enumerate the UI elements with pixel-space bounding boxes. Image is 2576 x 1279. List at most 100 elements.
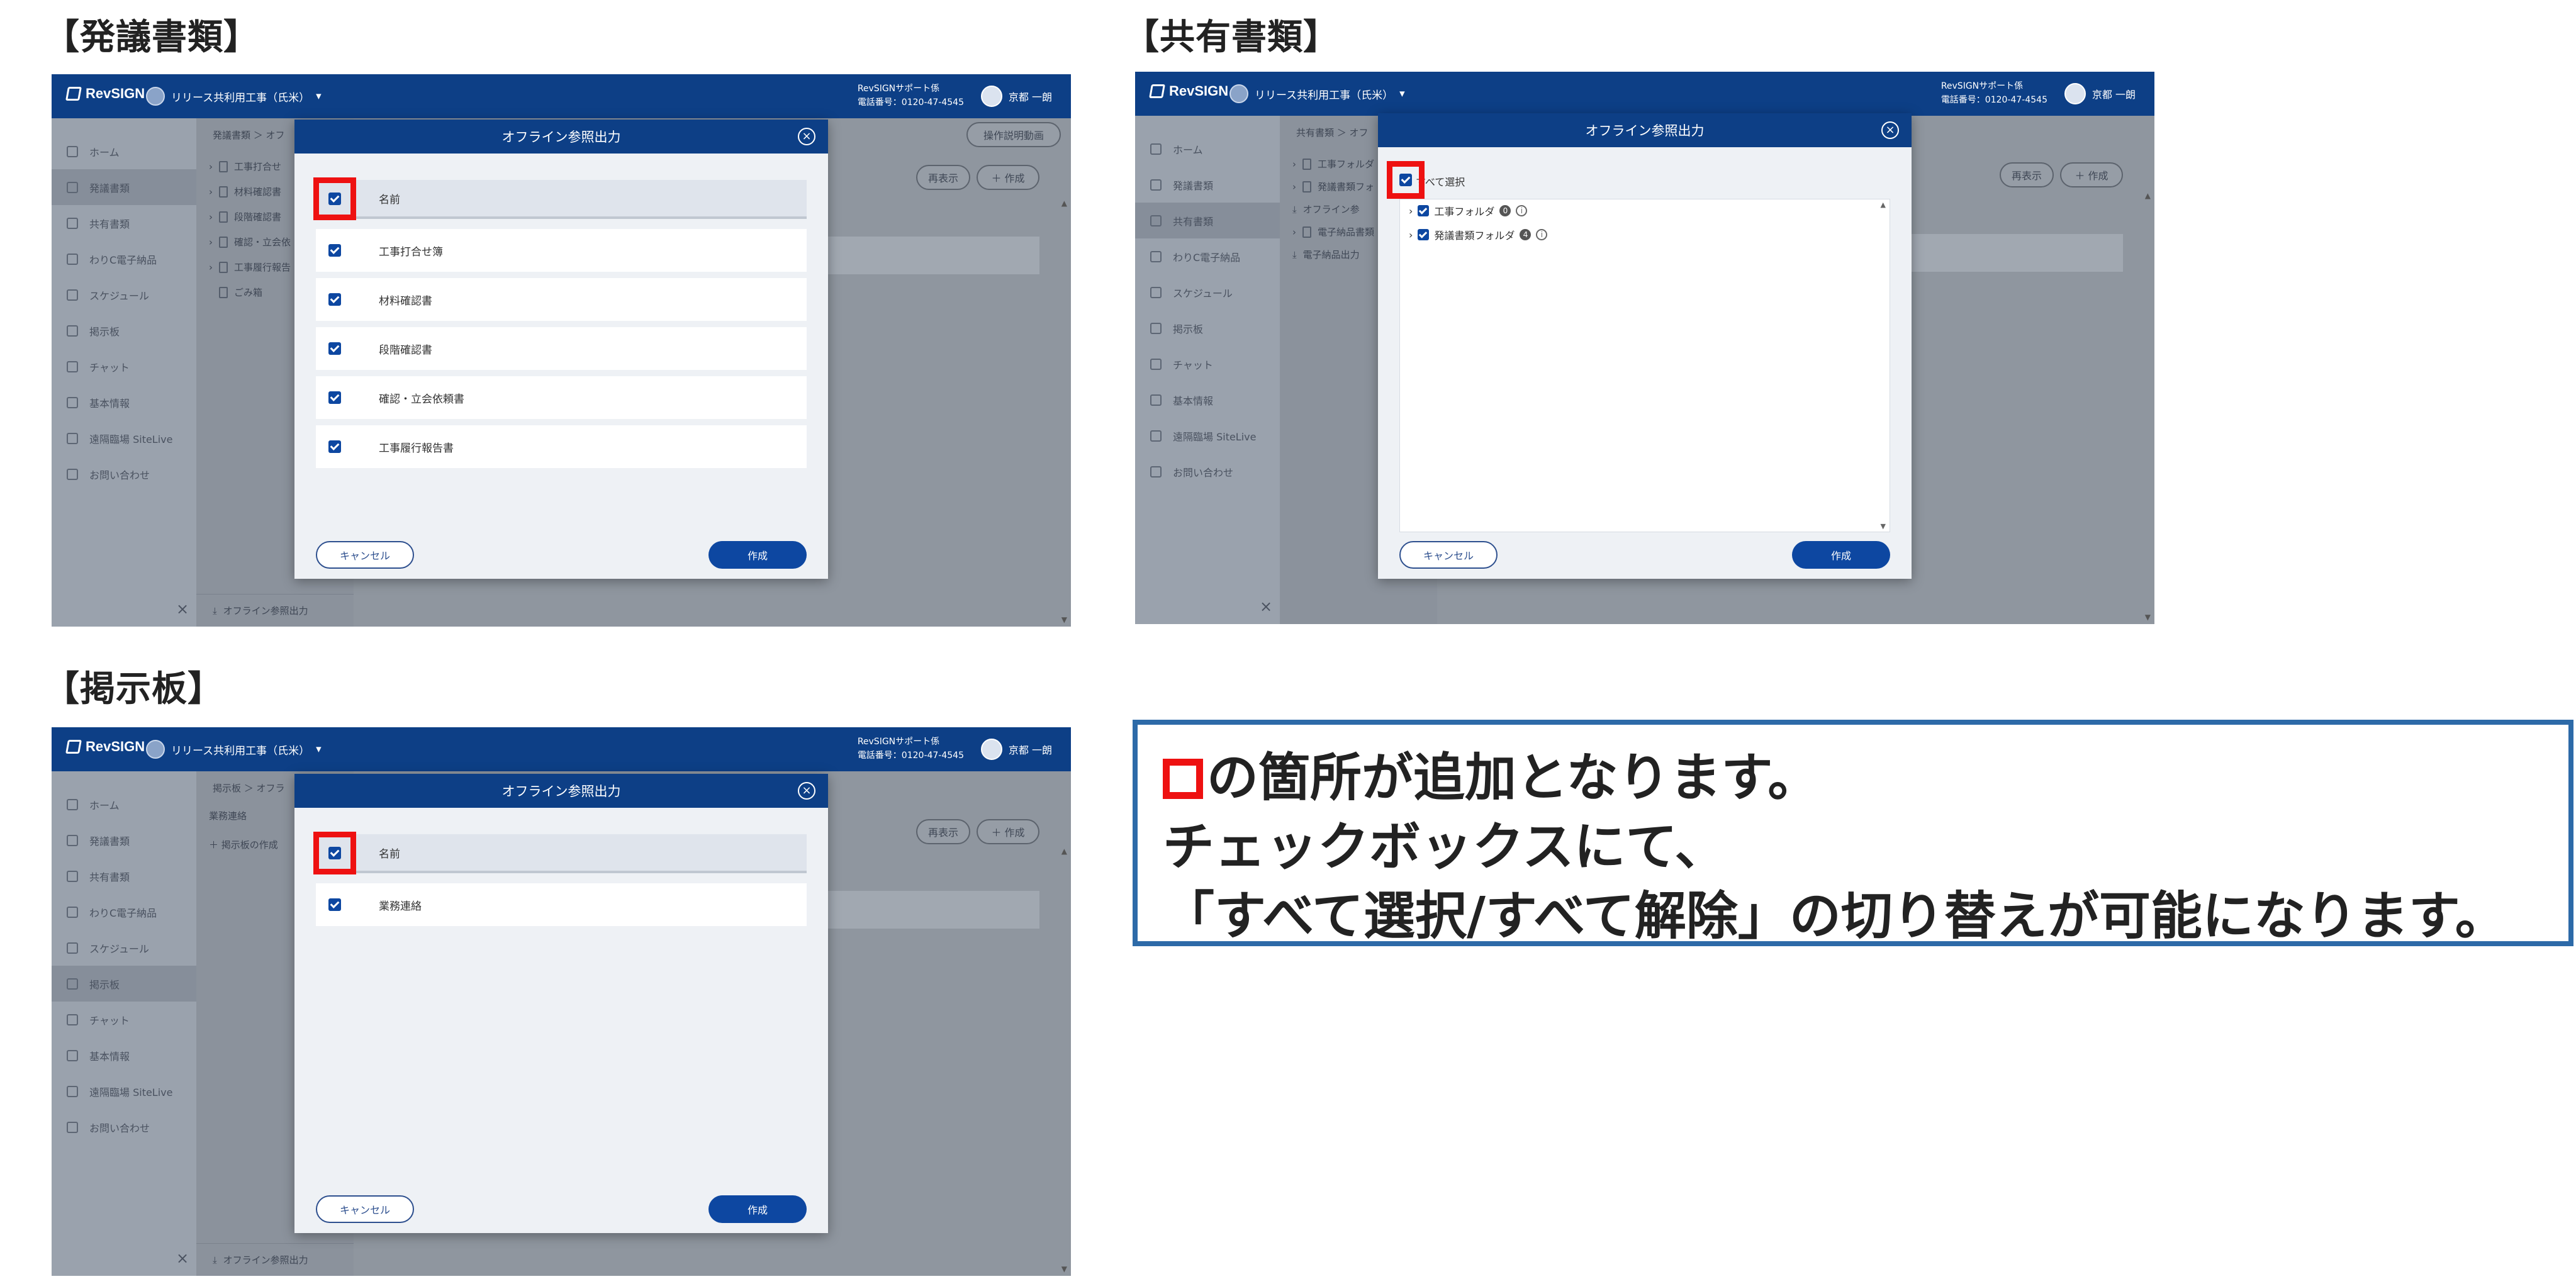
sidebar-item-schedule[interactable]: スケジュール xyxy=(1135,274,1280,310)
item-checkbox[interactable] xyxy=(328,898,341,911)
tree-item[interactable]: › 確認・立会依 xyxy=(209,235,291,249)
offline-export-link[interactable]: ⤓ オフライン参照出力 xyxy=(196,1243,354,1276)
create-button[interactable]: ＋ 作成 xyxy=(2060,162,2123,187)
dialog-title: オフライン参照出力 × xyxy=(1378,113,1912,147)
sidebar-item-label: 掲示板 xyxy=(89,978,120,991)
sidebar-item-hatsugi[interactable]: 発議書類 xyxy=(1135,167,1280,203)
close-icon[interactable]: × xyxy=(798,128,815,145)
sidebar-item-kyoyu[interactable]: 共有書類 xyxy=(52,205,196,241)
submit-button[interactable]: 作成 xyxy=(708,541,807,569)
info-icon[interactable]: i xyxy=(1516,205,1528,216)
home-icon xyxy=(67,798,78,810)
sidebar-item-info[interactable]: 基本情報 xyxy=(1135,382,1280,418)
sidebar-item-sitelive[interactable]: 遠隔臨場 SiteLive xyxy=(1135,418,1280,454)
sidebar-item-hatsugi[interactable]: 発議書類 xyxy=(52,822,196,858)
chat-icon xyxy=(67,360,78,372)
sidebar-item-home[interactable]: ホーム xyxy=(52,133,196,169)
sidebar-item-board[interactable]: 掲示板 xyxy=(1135,310,1280,346)
folder-checkbox[interactable] xyxy=(1418,205,1430,216)
close-icon[interactable]: × xyxy=(176,1249,189,1267)
sidebar-item-label: お問い合わせ xyxy=(89,1122,150,1134)
support-name: RevSIGNサポート係 xyxy=(857,737,940,747)
sidebar-item-delivery[interactable]: わりC電子納品 xyxy=(52,894,196,930)
item-checkbox[interactable] xyxy=(328,293,341,306)
sidebar-item-home[interactable]: ホーム xyxy=(52,786,196,822)
refresh-button[interactable]: 再表示 xyxy=(916,165,970,190)
sidebar-item-info[interactable]: 基本情報 xyxy=(52,384,196,420)
sidebar-item-help[interactable]: お問い合わせ xyxy=(1135,454,1280,489)
close-icon[interactable]: × xyxy=(1260,598,1272,615)
refresh-button[interactable]: 再表示 xyxy=(2000,162,2054,187)
sidebar-item-schedule[interactable]: スケジュール xyxy=(52,277,196,313)
tree-item[interactable]: › 工事フォルダ xyxy=(1292,157,1374,170)
scroll-down-icon[interactable]: ▼ xyxy=(2145,613,2151,622)
scroll-down-icon[interactable]: ▼ xyxy=(1881,522,1886,530)
list-item-label: 確認・立会依頼書 xyxy=(379,393,464,406)
cancel-button[interactable]: キャンセル xyxy=(1399,541,1498,569)
scroll-down-icon[interactable]: ▼ xyxy=(1061,1265,1067,1273)
offline-export-link[interactable]: ⤓ オフライン参照出力 xyxy=(196,594,354,627)
sidebar-item-kyoyu[interactable]: 共有書類 xyxy=(52,858,196,894)
sidebar-item-help[interactable]: お問い合わせ xyxy=(52,1109,196,1145)
refresh-button[interactable]: 再表示 xyxy=(916,819,970,844)
create-button[interactable]: ＋ 作成 xyxy=(977,165,1039,190)
item-checkbox[interactable] xyxy=(328,342,341,355)
tree-item[interactable]: ⤓ オフライン参 xyxy=(1292,203,1360,216)
tree-item[interactable]: › 工事打合せ xyxy=(209,160,281,173)
scroll-up-icon[interactable]: ▲ xyxy=(1061,199,1067,208)
user-menu[interactable]: 京都 一朗 xyxy=(2064,83,2136,104)
scroll-down-icon[interactable]: ▼ xyxy=(1061,615,1067,624)
tree-folder-row[interactable]: › 発議書類フォルダ 4 i xyxy=(1409,227,1548,242)
info-icon[interactable]: i xyxy=(1536,229,1548,240)
tree-item[interactable]: › 段階確認書 xyxy=(209,210,281,223)
tree-item[interactable]: › 発議書類フォ xyxy=(1292,180,1374,193)
sidebar-item-help[interactable]: お問い合わせ xyxy=(52,456,196,492)
folder-checkbox[interactable] xyxy=(1418,229,1430,240)
sidebar-item-home[interactable]: ホーム xyxy=(1135,131,1280,167)
scroll-up-icon[interactable]: ▲ xyxy=(1061,847,1067,856)
close-icon[interactable]: × xyxy=(176,600,189,618)
sidebar-item-board[interactable]: 掲示板 xyxy=(52,966,196,1002)
project-selector[interactable]: リリース共利用工事（氏米） ▾ xyxy=(1229,84,1405,103)
sidebar: ホーム 発議書類 共有書類 わりC電子納品 スケジュール 掲示板 チャット 基本… xyxy=(1135,116,1280,624)
sidebar-item-delivery[interactable]: わりC電子納品 xyxy=(52,241,196,277)
item-checkbox[interactable] xyxy=(328,440,341,453)
screenshot-kyoyu: RevSIGN リリース共利用工事（氏米） ▾ RevSIGNサポート係 電話番号：… xyxy=(1135,72,2154,624)
project-selector[interactable]: リリース共利用工事（氏米） ▾ xyxy=(146,740,322,759)
project-selector[interactable]: リリース共利用工事（氏米） ▾ xyxy=(146,87,322,106)
item-checkbox[interactable] xyxy=(328,244,341,257)
sidebar-item-chat[interactable]: チャット xyxy=(1135,346,1280,382)
user-menu[interactable]: 京都 一朗 xyxy=(980,86,1052,107)
close-icon[interactable]: × xyxy=(1881,121,1899,139)
sidebar-item-delivery[interactable]: わりC電子納品 xyxy=(1135,238,1280,274)
submit-button[interactable]: 作成 xyxy=(708,1195,807,1223)
cancel-button[interactable]: キャンセル xyxy=(316,1195,414,1223)
sidebar-item-board[interactable]: 掲示板 xyxy=(52,313,196,349)
user-menu[interactable]: 京都 一朗 xyxy=(980,739,1052,760)
scroll-up-icon[interactable]: ▲ xyxy=(1881,201,1886,209)
sidebar-item-chat[interactable]: チャット xyxy=(52,1002,196,1037)
sidebar-item-sitelive[interactable]: 遠隔臨場 SiteLive xyxy=(52,420,196,456)
tree-item[interactable]: › 材料確認書 xyxy=(209,185,281,198)
create-button[interactable]: ＋ 作成 xyxy=(977,819,1039,844)
sidebar-item-kyoyu[interactable]: 共有書類 xyxy=(1135,203,1280,238)
close-icon[interactable]: × xyxy=(798,782,815,800)
tree-item[interactable]: 業務連絡 xyxy=(209,809,247,822)
sidebar-item-sitelive[interactable]: 遠隔臨場 SiteLive xyxy=(52,1073,196,1109)
submit-button[interactable]: 作成 xyxy=(1792,541,1890,569)
tree-item[interactable]: › 工事履行報告 xyxy=(209,260,291,274)
sidebar-item-chat[interactable]: チャット xyxy=(52,349,196,384)
sidebar-item-schedule[interactable]: スケジュール xyxy=(52,930,196,966)
tree-item-trash[interactable]: ごみ箱 xyxy=(219,286,262,299)
sidebar-item-info[interactable]: 基本情報 xyxy=(52,1037,196,1073)
help-video-button[interactable]: 操作説明動画 xyxy=(966,122,1061,147)
scroll-up-icon[interactable]: ▲ xyxy=(2145,191,2151,200)
create-board-link[interactable]: ＋ 掲示板の作成 xyxy=(209,838,278,851)
sidebar-item-hatsugi[interactable]: 発議書類 xyxy=(52,169,196,205)
camera-icon xyxy=(1150,430,1162,442)
cancel-button[interactable]: キャンセル xyxy=(316,541,414,569)
tree-folder-row[interactable]: › 工事フォルダ 0 i xyxy=(1409,203,1528,218)
tree-item[interactable]: ⤓ 電子納品出力 xyxy=(1292,248,1360,261)
item-checkbox[interactable] xyxy=(328,391,341,404)
tree-item[interactable]: › 電子納品書類 xyxy=(1292,225,1374,238)
